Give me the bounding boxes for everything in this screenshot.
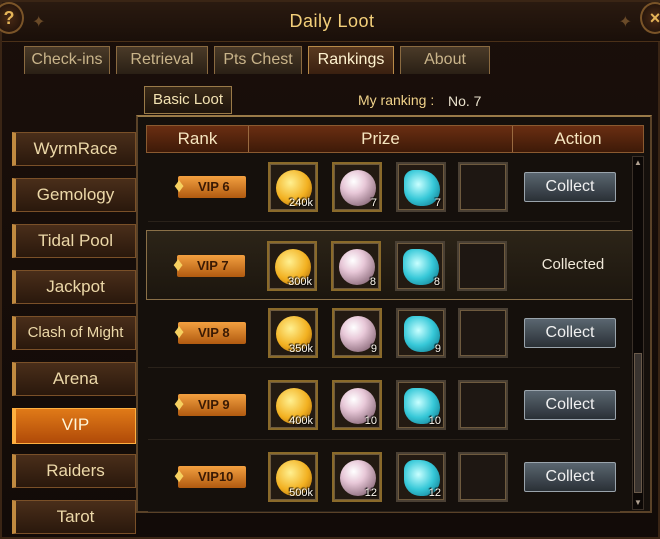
my-ranking-label: My ranking : — [358, 92, 435, 108]
arrow-down-icon[interactable]: ▼ — [633, 497, 643, 509]
sidebar-item-tarot[interactable]: Tarot — [12, 500, 136, 534]
prize-slot-coin[interactable]: 350k — [268, 308, 318, 358]
window-title: Daily Loot — [289, 11, 375, 31]
shield-icon: ♦ — [174, 393, 185, 415]
header-prize: Prize — [249, 126, 513, 152]
prize-qty: 400k — [289, 415, 313, 427]
prize-slot-empty — [458, 162, 508, 212]
prize-slot-potion[interactable]: 7 — [396, 162, 446, 212]
collect-button[interactable]: Collect — [524, 462, 616, 492]
sidebar-item-raiders[interactable]: Raiders — [12, 454, 136, 488]
header-rank: Rank — [147, 126, 249, 152]
vip-rank-label: VIP 7 — [197, 258, 229, 273]
prize-slot-pearl[interactable]: 8 — [331, 241, 381, 291]
table-row: ♦ VIP 6 240k 7 7 Collect — [148, 152, 620, 222]
prize-qty: 7 — [434, 197, 441, 209]
vip-rank-label: VIP 9 — [198, 397, 230, 412]
vip-badge: ♦ VIP 9 — [174, 393, 246, 416]
prize-slot-empty — [458, 380, 508, 430]
prize-slot-potion[interactable]: 9 — [396, 308, 446, 358]
vip-rank-label: VIP 6 — [198, 179, 230, 194]
shield-icon: ♦ — [174, 465, 185, 487]
prize-slot-coin[interactable]: 500k — [268, 452, 318, 502]
close-icon: × — [649, 8, 660, 28]
prize-slot-potion[interactable]: 8 — [395, 241, 445, 291]
collect-button[interactable]: Collect — [524, 318, 616, 348]
prize-qty: 12 — [428, 487, 441, 499]
prize-qty: 9 — [370, 343, 377, 355]
table-row: ♦ VIP 8 350k 9 9 Collect — [148, 298, 620, 368]
prize-qty: 7 — [370, 197, 377, 209]
shield-icon: ♦ — [174, 321, 185, 343]
tab-about[interactable]: About — [400, 46, 490, 74]
subtab-basic-loot[interactable]: Basic Loot — [144, 86, 232, 114]
sidebar-item-tidal-pool[interactable]: Tidal Pool — [12, 224, 136, 258]
sidebar-item-gemology[interactable]: Gemology — [12, 178, 136, 212]
prize-qty: 300k — [288, 276, 312, 288]
sidebar-item-vip[interactable]: VIP — [12, 408, 136, 444]
sidebar-item-arena[interactable]: Arena — [12, 362, 136, 396]
table-header: Rank Prize Action — [146, 125, 644, 153]
prize-slot-empty — [458, 308, 508, 358]
prize-qty: 10 — [428, 415, 441, 427]
prize-slot-empty — [458, 452, 508, 502]
tab-pts-chest[interactable]: Pts Chest — [214, 46, 302, 74]
prize-slot-empty — [457, 241, 507, 291]
prize-qty: 12 — [364, 487, 377, 499]
tab-retrieval[interactable]: Retrieval — [116, 46, 208, 74]
prize-qty: 240k — [289, 197, 313, 209]
prize-qty: 8 — [433, 276, 440, 288]
vip-badge: ♦ VIP10 — [174, 465, 246, 488]
scrollbar[interactable]: ▲ ▼ — [632, 156, 644, 510]
prize-slot-potion[interactable]: 10 — [396, 380, 446, 430]
ornament-icon: ✦ — [618, 14, 632, 31]
prize-slot-pearl[interactable]: 10 — [332, 380, 382, 430]
tab-check-ins[interactable]: Check-ins — [24, 46, 110, 74]
prize-qty: 500k — [289, 487, 313, 499]
sidebar-item-wyrmrace[interactable]: WyrmRace — [12, 132, 136, 166]
collect-button[interactable]: Collect — [524, 390, 616, 420]
table-row: ♦ VIP 9 400k 10 10 Collect — [148, 370, 620, 440]
prize-slot-coin[interactable]: 400k — [268, 380, 318, 430]
shield-icon: ♦ — [174, 175, 185, 197]
collect-button[interactable]: Collect — [524, 172, 616, 202]
prize-slot-pearl[interactable]: 7 — [332, 162, 382, 212]
prize-slot-pearl[interactable]: 12 — [332, 452, 382, 502]
tab-rankings[interactable]: Rankings — [308, 46, 394, 74]
prize-qty: 9 — [434, 343, 441, 355]
daily-loot-window: ? ✦ Daily Loot ✦ × Check-ins Retrieval P… — [0, 0, 660, 539]
collected-status: Collected — [541, 256, 605, 273]
prize-slot-coin[interactable]: 300k — [267, 241, 317, 291]
prize-qty: 350k — [289, 343, 313, 355]
vip-rank-label: VIP10 — [198, 469, 234, 484]
shield-icon: ♦ — [173, 254, 184, 276]
prize-slot-pearl[interactable]: 9 — [332, 308, 382, 358]
prize-qty: 10 — [364, 415, 377, 427]
title-bar: ? ✦ Daily Loot ✦ × — [0, 2, 660, 42]
sidebar-item-clash-of-might[interactable]: Clash of Might — [12, 316, 136, 350]
my-ranking-value: No. 7 — [448, 93, 482, 109]
vip-badge: ♦ VIP 7 — [173, 254, 245, 277]
scrollbar-thumb[interactable] — [634, 353, 642, 493]
arrow-up-icon[interactable]: ▲ — [633, 157, 643, 169]
vip-badge: ♦ VIP 8 — [174, 321, 246, 344]
prize-slot-coin[interactable]: 240k — [268, 162, 318, 212]
vip-badge: ♦ VIP 6 — [174, 175, 246, 198]
table-row: ♦ VIP10 500k 12 12 Collect — [148, 442, 620, 512]
prize-slot-potion[interactable]: 12 — [396, 452, 446, 502]
vip-rank-label: VIP 8 — [198, 325, 230, 340]
sidebar-item-jackpot[interactable]: Jackpot — [12, 270, 136, 304]
header-action: Action — [554, 129, 602, 148]
prize-qty: 8 — [369, 276, 376, 288]
table-row: ♦ VIP 7 300k 8 8 Collected — [146, 230, 640, 300]
